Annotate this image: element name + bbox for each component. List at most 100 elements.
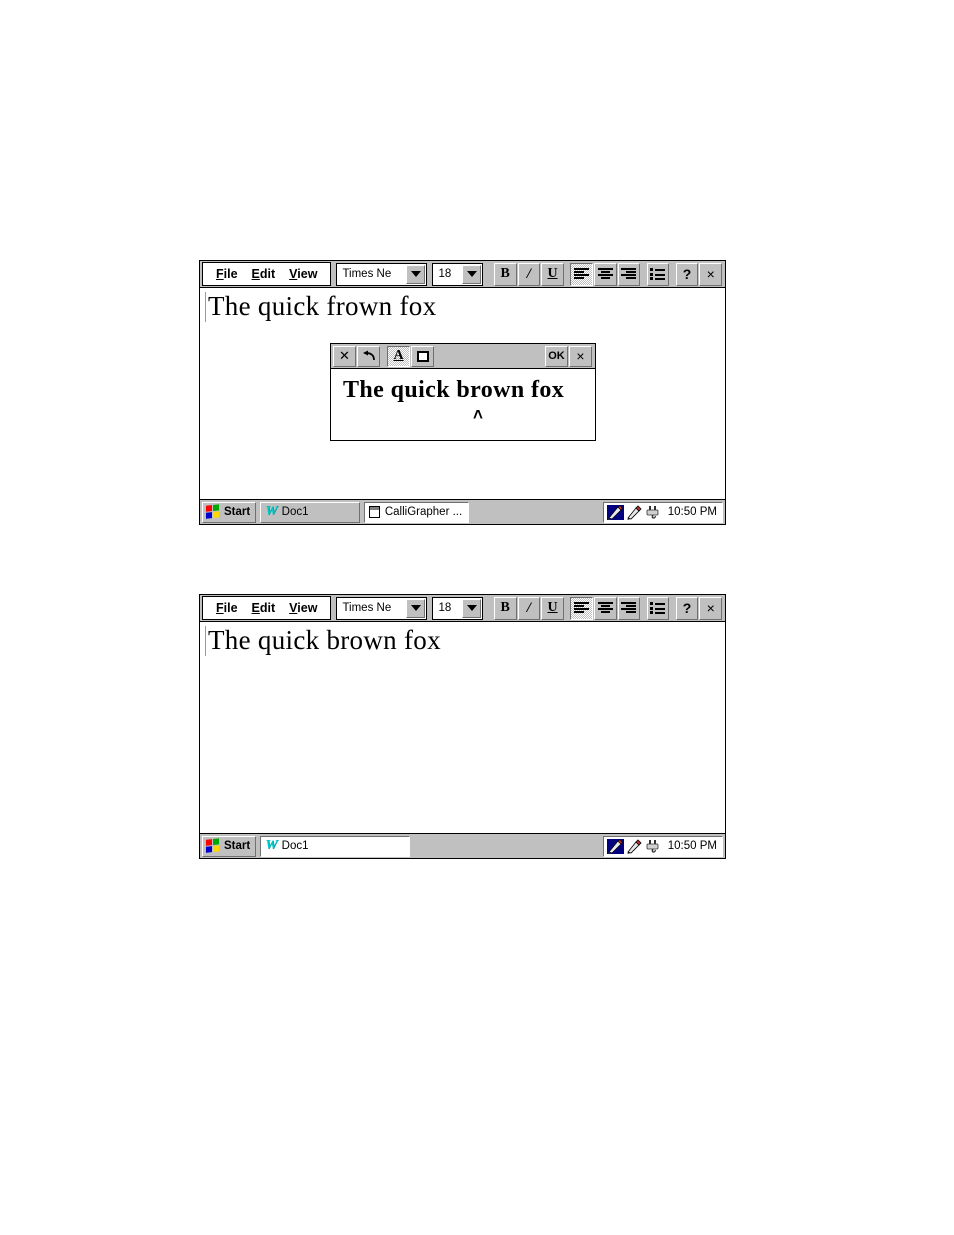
taskbar-item-doc1[interactable]: W Doc1	[260, 501, 361, 523]
font-size-value: 18	[438, 267, 452, 280]
chevron-down-icon	[466, 271, 477, 277]
start-button[interactable]: Start	[202, 835, 257, 857]
bullet-list-icon	[650, 268, 666, 280]
menu-item-edit[interactable]: Edit	[245, 597, 283, 620]
calligrapher-window-icon	[369, 506, 380, 518]
wordpad-w-icon: W	[265, 504, 277, 519]
start-button-label: Start	[224, 840, 251, 852]
bullet-list-button[interactable]	[646, 596, 670, 620]
font-name-combo[interactable]: Times Ne	[336, 262, 428, 286]
popup-ok-button[interactable]: OK	[545, 345, 568, 367]
align-right-icon	[621, 267, 637, 279]
align-left-icon	[574, 267, 590, 279]
taskbar-bottom: Start W Doc1 10:50 PM	[200, 833, 725, 858]
font-name-combo[interactable]: Times Ne	[336, 596, 428, 620]
bold-button[interactable]: B	[493, 596, 517, 620]
ink-pen-icon[interactable]	[627, 504, 642, 520]
italic-button[interactable]: /	[517, 262, 541, 286]
close-x-icon: ×	[576, 348, 585, 364]
clock-time[interactable]: 10:50 PM	[668, 506, 717, 518]
popup-ok-label: OK	[548, 350, 565, 362]
taskbar-item-doc1-label: Doc1	[281, 506, 309, 518]
underline-button[interactable]: U	[541, 596, 564, 620]
chevron-down-icon	[410, 605, 421, 611]
taskbar-item-doc1-label: Doc1	[281, 840, 309, 852]
underline-button[interactable]: U	[541, 262, 564, 286]
system-tray: 10:50 PM	[602, 501, 723, 523]
clock-time[interactable]: 10:50 PM	[668, 840, 717, 852]
pen-input-icon[interactable]	[606, 838, 624, 854]
chevron-down-icon	[410, 271, 421, 277]
text-caret	[205, 292, 206, 322]
popup-toolbar: ✕ A OK ×	[331, 344, 595, 369]
close-button[interactable]: ×	[699, 596, 723, 620]
power-plug-icon[interactable]	[645, 505, 660, 520]
underline-icon: U	[547, 600, 558, 615]
popup-box-button[interactable]	[411, 345, 434, 367]
taskbar-item-calligrapher-label: CalliGrapher ...	[384, 506, 463, 518]
popup-letter-button[interactable]: A	[387, 345, 410, 367]
menu-item-file[interactable]: File	[209, 263, 245, 286]
menu-item-file[interactable]: File	[209, 597, 245, 620]
bold-icon: B	[500, 266, 510, 281]
bold-icon: B	[500, 600, 510, 615]
taskbar-item-calligrapher[interactable]: CalliGrapher ...	[364, 501, 470, 523]
align-center-icon	[597, 601, 613, 613]
popup-recognition-area[interactable]: The quick brown fox ˄	[331, 369, 595, 439]
close-x-icon: ×	[706, 600, 715, 616]
popup-recognized-text: The quick brown fox	[343, 377, 565, 403]
menu-item-view[interactable]: View	[282, 263, 324, 286]
align-center-button[interactable]	[593, 596, 617, 620]
close-button[interactable]: ×	[699, 262, 723, 286]
power-plug-icon[interactable]	[645, 839, 660, 854]
wordpad-w-icon: W	[265, 838, 277, 853]
question-mark-icon: ?	[682, 600, 692, 616]
font-size-combo[interactable]: 18	[432, 262, 484, 286]
windows-flag-icon	[206, 504, 221, 520]
document-canvas-after[interactable]: The quick brown fox	[200, 622, 725, 833]
italic-icon: /	[526, 265, 531, 282]
popup-close-button[interactable]: ×	[569, 345, 592, 367]
font-name-value: Times Ne	[342, 601, 392, 614]
font-size-combo[interactable]: 18	[432, 596, 484, 620]
align-center-button[interactable]	[593, 262, 617, 286]
help-button[interactable]: ?	[675, 596, 699, 620]
font-size-dropdown-button[interactable]	[462, 264, 482, 284]
bold-button[interactable]: B	[493, 262, 517, 286]
align-left-button[interactable]	[570, 262, 593, 286]
popup-undo-button[interactable]	[357, 345, 380, 367]
help-button[interactable]: ?	[675, 262, 699, 286]
align-left-icon	[574, 601, 590, 613]
editor-window-before: File Edit View Times Ne 18 B / U ? × The…	[199, 260, 726, 525]
menu-bar: File Edit View	[202, 596, 332, 620]
bullet-list-icon	[650, 602, 666, 614]
align-left-button[interactable]	[570, 596, 593, 620]
chevron-down-icon	[466, 605, 477, 611]
italic-icon: /	[526, 599, 531, 616]
document-text-before: The quick frown fox	[208, 291, 437, 321]
menu-bar: File Edit View	[202, 262, 332, 286]
taskbar-item-doc1[interactable]: W Doc1	[260, 835, 411, 857]
align-right-button[interactable]	[617, 596, 641, 620]
font-name-value: Times Ne	[342, 267, 392, 280]
system-tray: 10:50 PM	[602, 835, 723, 857]
start-button[interactable]: Start	[202, 501, 257, 523]
undo-arrow-icon	[362, 350, 375, 361]
font-name-dropdown-button[interactable]	[406, 598, 426, 618]
windows-flag-icon	[206, 838, 221, 854]
font-size-dropdown-button[interactable]	[462, 598, 482, 618]
pen-input-icon[interactable]	[606, 504, 624, 520]
ink-pen-icon[interactable]	[627, 838, 642, 854]
letter-a-icon: A	[393, 348, 404, 363]
close-x-icon: ×	[706, 266, 715, 282]
start-button-label: Start	[224, 506, 251, 518]
x-icon: ✕	[339, 348, 350, 363]
underline-icon: U	[547, 266, 558, 281]
menu-item-view[interactable]: View	[282, 597, 324, 620]
bullet-list-button[interactable]	[646, 262, 670, 286]
popup-clear-button[interactable]: ✕	[333, 345, 356, 367]
italic-button[interactable]: /	[517, 596, 541, 620]
menu-item-edit[interactable]: Edit	[245, 263, 283, 286]
align-right-button[interactable]	[617, 262, 641, 286]
font-name-dropdown-button[interactable]	[406, 264, 426, 284]
